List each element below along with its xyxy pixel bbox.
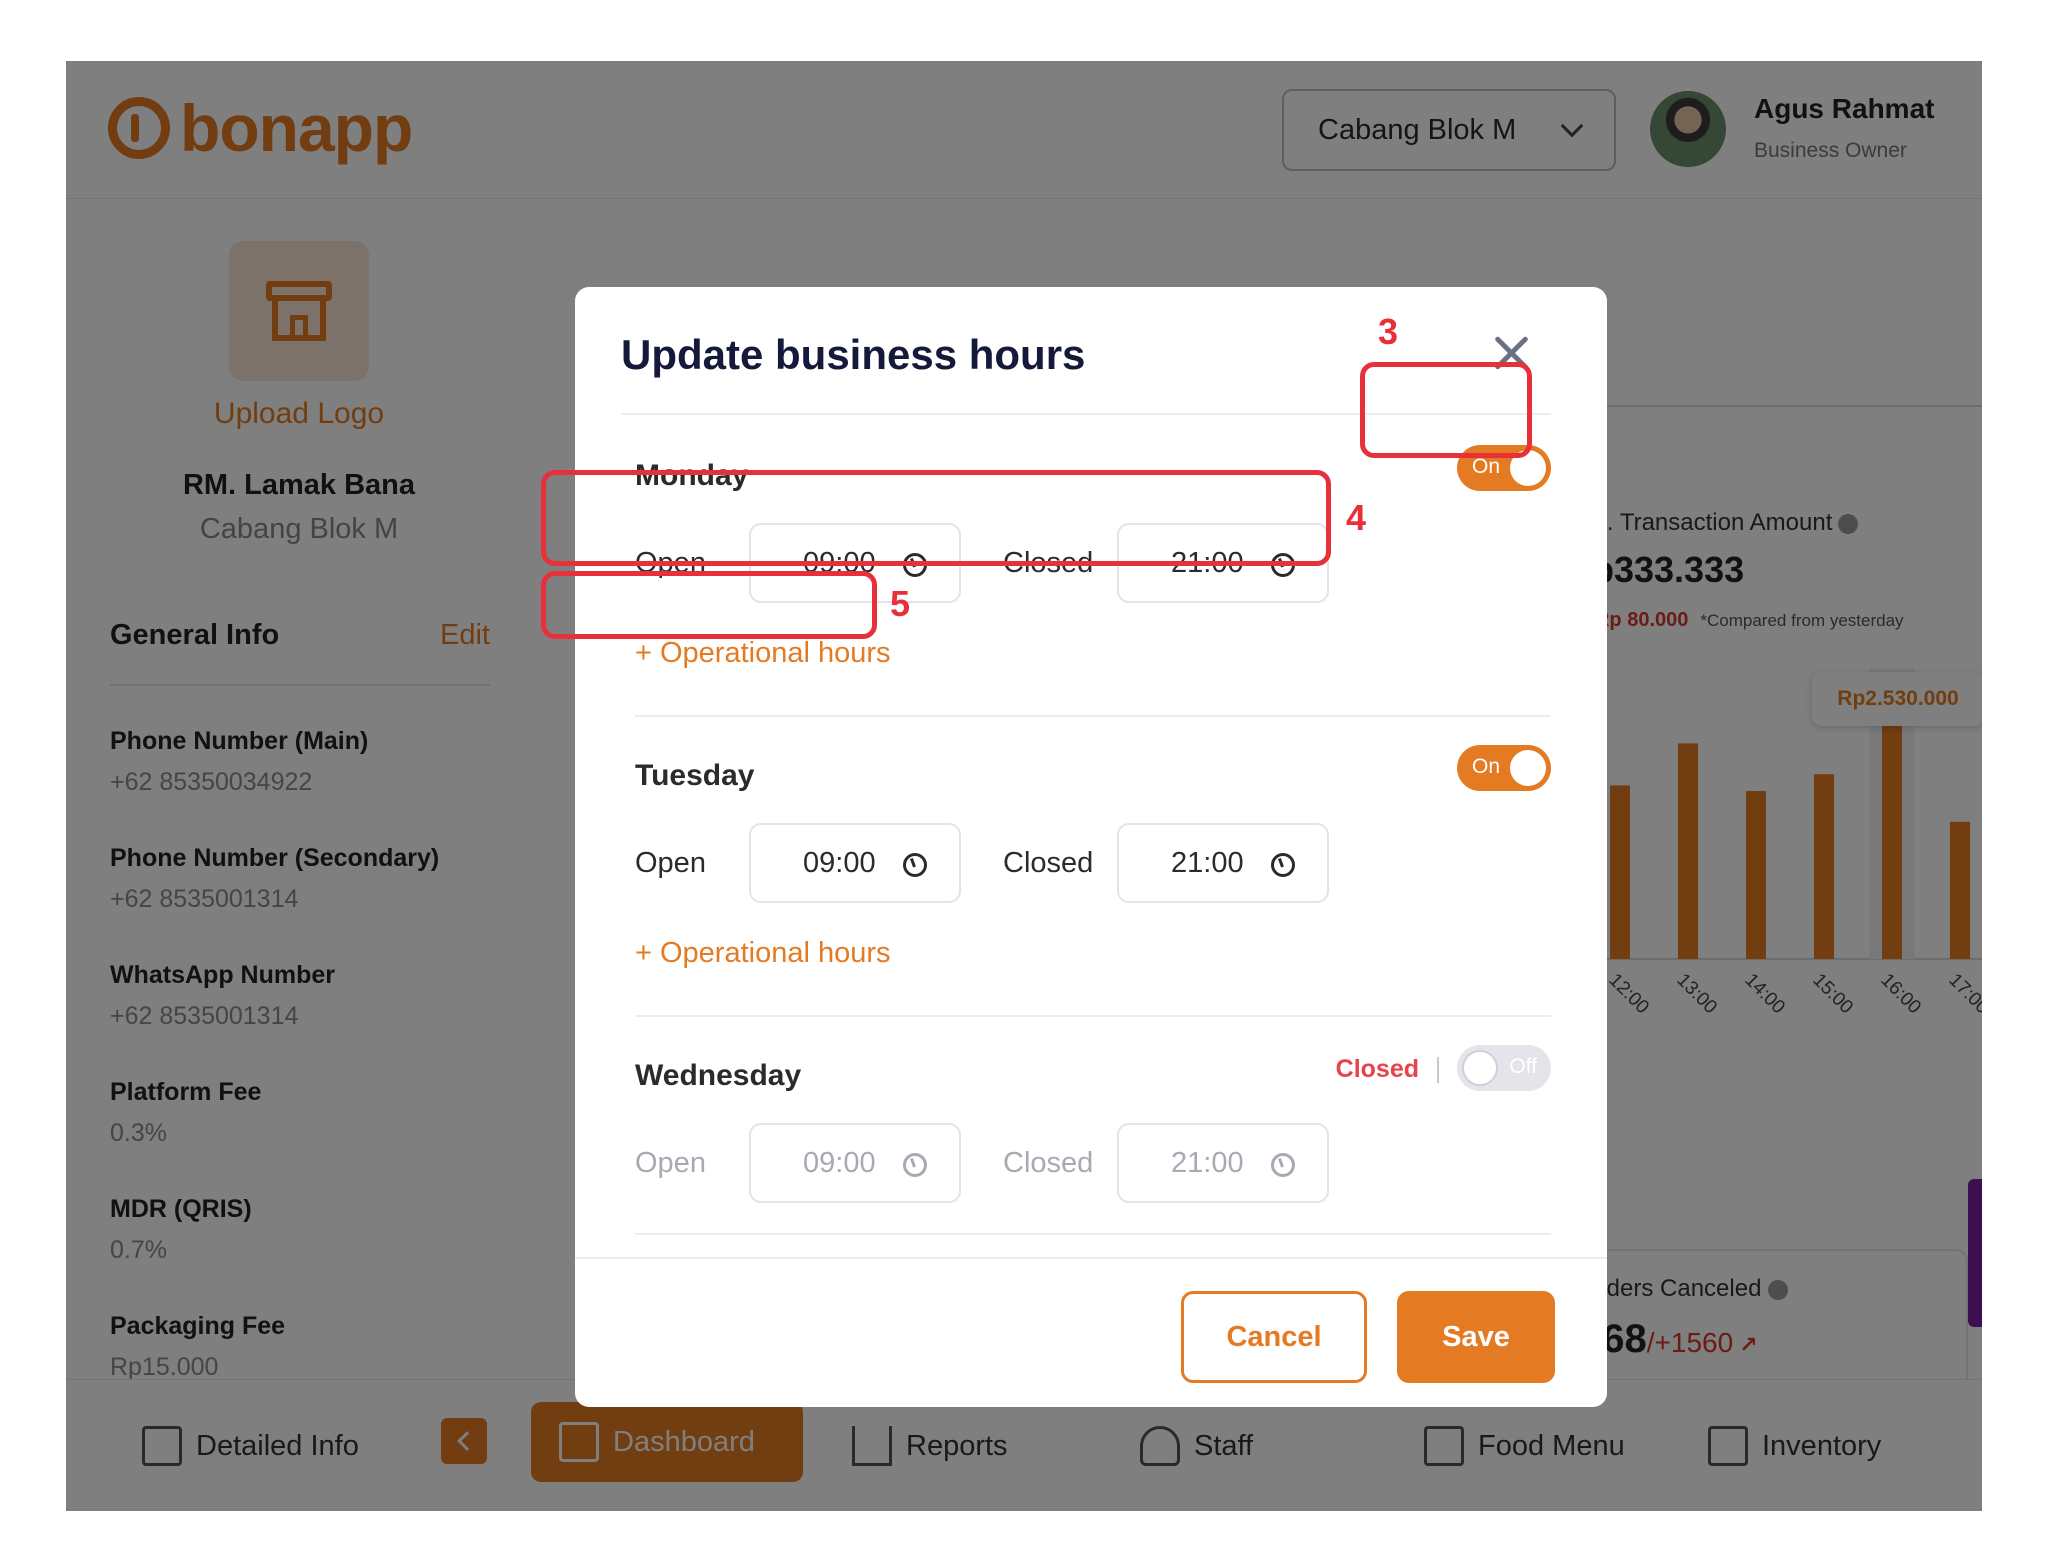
save-button[interactable]: Save xyxy=(1397,1291,1555,1383)
wednesday-toggle[interactable]: Off xyxy=(1457,1045,1551,1091)
annotation-number: 3 xyxy=(1378,311,1399,352)
closed-label: Closed xyxy=(1003,847,1094,879)
add-operational-hours-link[interactable]: + Operational hours xyxy=(635,937,891,970)
open-label: Open xyxy=(635,847,706,879)
day-name: Tuesday xyxy=(635,759,755,792)
closed-status: Closed xyxy=(1335,1055,1419,1083)
annotation-number: 5 xyxy=(890,583,911,624)
divider xyxy=(635,715,1551,717)
close-time-field: 21:00 xyxy=(1117,1123,1329,1203)
day-name: Wednesday xyxy=(635,1059,802,1092)
annotation-box-toggle xyxy=(1360,362,1532,458)
divider xyxy=(635,1015,1551,1017)
open-time-value: 09:00 xyxy=(803,1146,876,1179)
add-operational-hours-link[interactable]: + Operational hours xyxy=(635,637,891,670)
divider xyxy=(1437,1057,1439,1083)
close-time-value: 21:00 xyxy=(1171,1146,1244,1179)
clock-icon xyxy=(1271,853,1295,877)
clock-icon xyxy=(903,853,927,877)
app-window: bonapp Cabang Blok M Agus Rahmat Busines… xyxy=(66,61,1982,1511)
cancel-button[interactable]: Cancel xyxy=(1181,1291,1367,1383)
divider xyxy=(635,1233,1551,1235)
dialog-title: Update business hours xyxy=(621,331,1086,378)
toggle-knob xyxy=(1510,750,1546,786)
toggle-label: Off xyxy=(1509,1055,1537,1078)
toggle-knob xyxy=(1462,1050,1498,1086)
clock-icon xyxy=(903,1153,927,1177)
annotation-box-hours xyxy=(541,470,1331,566)
annotation-number: 4 xyxy=(1346,497,1367,538)
close-time-value: 21:00 xyxy=(1171,846,1244,879)
closed-label: Closed xyxy=(1003,1147,1094,1179)
close-time-field[interactable]: 21:00 xyxy=(1117,823,1329,903)
toggle-label: On xyxy=(1472,755,1501,778)
hours-row: Open 09:00 Closed 21:00 xyxy=(635,823,1551,903)
open-time-value: 09:00 xyxy=(803,846,876,879)
annotation-box-add xyxy=(541,571,877,639)
clock-icon xyxy=(1271,1153,1295,1177)
toggle-label: On xyxy=(1472,455,1501,478)
divider xyxy=(575,1257,1607,1259)
hours-row: Open 09:00 Closed 21:00 xyxy=(635,1123,1551,1203)
open-label: Open xyxy=(635,1147,706,1179)
tuesday-toggle[interactable]: On xyxy=(1457,745,1551,791)
open-time-field[interactable]: 09:00 xyxy=(749,823,961,903)
open-time-field: 09:00 xyxy=(749,1123,961,1203)
